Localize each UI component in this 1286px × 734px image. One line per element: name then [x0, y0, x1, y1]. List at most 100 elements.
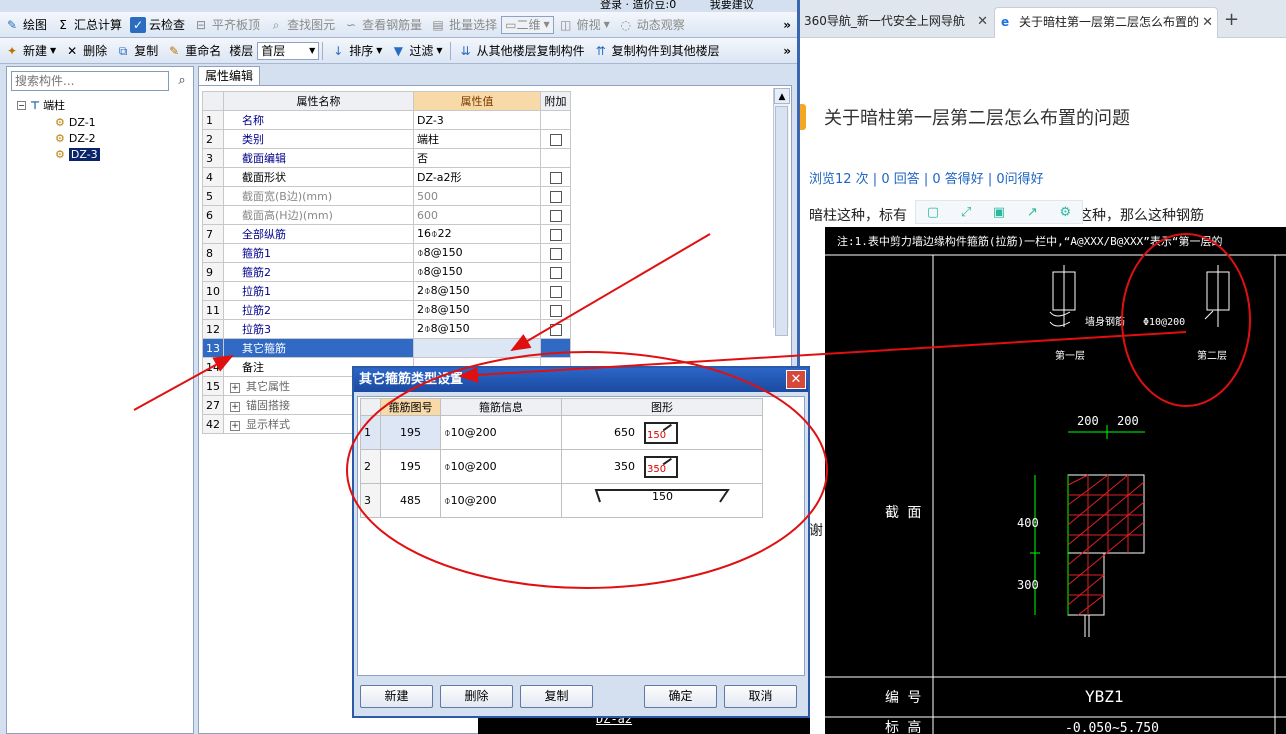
- close-icon[interactable]: ✕: [786, 370, 806, 389]
- stirrup-code[interactable]: 485: [380, 483, 441, 518]
- property-value[interactable]: 2⌽8@150: [413, 319, 541, 339]
- stirrup-shape[interactable]: 150: [561, 483, 763, 518]
- close-icon[interactable]: ✕: [1202, 8, 1213, 37]
- stirrup-info[interactable]: ⌽10@200: [440, 483, 562, 518]
- stirrup-code[interactable]: 195: [380, 449, 441, 484]
- top-view-button[interactable]: ◫ 俯视 ▼: [554, 14, 614, 36]
- property-row[interactable]: 4 截面形状 DZ-a2形: [202, 167, 571, 187]
- stirrup-code[interactable]: 195: [380, 415, 441, 450]
- extra-checkbox[interactable]: [549, 133, 562, 146]
- new-component-button[interactable]: ✦ 新建 ▼: [0, 40, 60, 62]
- property-value[interactable]: ⌽8@150: [413, 243, 541, 263]
- stirrup-shape[interactable]: 350 350: [561, 449, 763, 484]
- scroll-up-icon[interactable]: ▲: [774, 88, 790, 104]
- expand-icon[interactable]: +: [230, 421, 240, 431]
- question-stats[interactable]: 浏览12 次 | 0 回答 | 0 答得好 | 0问得好: [809, 168, 1044, 187]
- summary-calc-button[interactable]: Σ 汇总计算: [51, 14, 126, 36]
- sort-button[interactable]: ↓ 排序 ▼: [326, 40, 386, 62]
- delete-button[interactable]: 删除: [440, 685, 513, 708]
- extra-checkbox[interactable]: [549, 285, 562, 298]
- dialog-title[interactable]: 其它箍筋类型设置: [354, 368, 808, 392]
- property-row[interactable]: 9 箍筋2 ⌽8@150: [202, 262, 571, 282]
- property-value[interactable]: 600: [413, 205, 541, 225]
- property-value[interactable]: [413, 338, 541, 358]
- property-value[interactable]: 2⌽8@150: [413, 300, 541, 320]
- copy-component-button[interactable]: ⧉ 复制: [111, 40, 162, 62]
- table-row[interactable]: 1 195 ⌽10@200 650 150: [360, 415, 763, 450]
- extra-checkbox[interactable]: [549, 209, 562, 222]
- extra-checkbox[interactable]: [549, 323, 562, 336]
- property-value[interactable]: 2⌽8@150: [413, 281, 541, 301]
- property-row[interactable]: 7 全部纵筋 16⌽22: [202, 224, 571, 244]
- extra-checkbox[interactable]: [549, 171, 562, 184]
- property-value[interactable]: 否: [413, 148, 541, 168]
- ok-button[interactable]: 确定: [644, 685, 717, 708]
- extra-checkbox[interactable]: [549, 247, 562, 260]
- draw-button[interactable]: ✎ 绘图: [0, 14, 51, 36]
- property-row[interactable]: 13 其它箍筋: [202, 338, 571, 358]
- expand-icon[interactable]: +: [230, 402, 240, 412]
- expand-icon[interactable]: +: [230, 383, 240, 393]
- stirrup-info[interactable]: ⌽10@200: [440, 415, 562, 450]
- view-mode-select[interactable]: ▭ 二维 ▼: [501, 15, 554, 34]
- property-row[interactable]: 6 截面高(H边)(mm) 600: [202, 205, 571, 225]
- stirrup-info[interactable]: ⌽10@200: [440, 449, 562, 484]
- browser-tab[interactable]: 360导航_新一代安全上网导航 ✕: [800, 7, 992, 38]
- copy-from-floor-button[interactable]: ⇊ 从其他楼层复制构件: [454, 40, 589, 62]
- tab-property-editor[interactable]: 属性编辑: [198, 66, 260, 86]
- find-element-button[interactable]: ⌕ 查找图元: [264, 14, 339, 36]
- align-slab-top-button[interactable]: ⊟ 平齐板顶: [189, 14, 264, 36]
- property-row[interactable]: 1 名称 DZ-3: [202, 110, 571, 130]
- delete-component-button[interactable]: ✕ 删除: [60, 40, 111, 62]
- tree-item[interactable]: ⚙ DZ-1: [55, 114, 96, 130]
- property-row[interactable]: 11 拉筋2 2⌽8@150: [202, 300, 571, 320]
- cancel-button[interactable]: 取消: [724, 685, 797, 708]
- table-row[interactable]: 3 485 ⌽10@200 150: [360, 483, 763, 518]
- property-row[interactable]: 8 箍筋1 ⌽8@150: [202, 243, 571, 263]
- fullscreen-icon[interactable]: ⤢: [961, 205, 971, 220]
- toolbar-overflow-icon[interactable]: »: [783, 18, 791, 32]
- property-row[interactable]: 10 拉筋1 2⌽8@150: [202, 281, 571, 301]
- tree-item-selected[interactable]: ⚙ DZ-3: [55, 146, 100, 162]
- new-tab-icon[interactable]: +: [1224, 7, 1239, 33]
- property-row[interactable]: 2 类别 端柱: [202, 129, 571, 149]
- orbit-button[interactable]: ◌ 动态观察: [614, 14, 689, 36]
- copy-to-floor-button[interactable]: ⇈ 复制构件到其他楼层: [589, 40, 724, 62]
- close-icon[interactable]: ✕: [977, 7, 988, 36]
- extra-checkbox[interactable]: [549, 266, 562, 279]
- property-value[interactable]: 16⌽22: [413, 224, 541, 244]
- property-value[interactable]: DZ-3: [413, 110, 541, 130]
- settings-icon[interactable]: ⚙: [1060, 205, 1072, 220]
- extra-checkbox[interactable]: [549, 228, 562, 241]
- property-value[interactable]: ⌽8@150: [413, 262, 541, 282]
- browser-tab-active[interactable]: e 关于暗柱第一层第二层怎么布置的 ✕: [994, 7, 1218, 38]
- rename-component-button[interactable]: ✎ 重命名: [162, 40, 225, 62]
- property-row[interactable]: 5 截面宽(B边)(mm) 500: [202, 186, 571, 206]
- copy-button[interactable]: 复制: [520, 685, 593, 708]
- table-row[interactable]: 2 195 ⌽10@200 350 350: [360, 449, 763, 484]
- property-value[interactable]: 500: [413, 186, 541, 206]
- floor-select[interactable]: 首层 ▼: [257, 41, 320, 60]
- share-icon[interactable]: ↗: [1027, 205, 1038, 220]
- tree-item[interactable]: ⚙ DZ-2: [55, 130, 96, 146]
- cloud-check-button[interactable]: ✓ 云检查: [126, 14, 189, 36]
- tree-root-node[interactable]: − ⊤ 端柱: [17, 97, 65, 113]
- extra-checkbox[interactable]: [549, 190, 562, 203]
- copy-image-icon[interactable]: ▢: [927, 205, 939, 220]
- stirrup-shape[interactable]: 650 150: [561, 415, 763, 450]
- view-rebar-button[interactable]: ∽ 查看钢筋量: [339, 14, 426, 36]
- property-value[interactable]: 端柱: [413, 129, 541, 149]
- toolbar-overflow-icon[interactable]: »: [783, 44, 791, 58]
- save-image-icon[interactable]: ▣: [993, 205, 1005, 220]
- scroll-thumb[interactable]: [775, 106, 788, 336]
- batch-select-button[interactable]: ▤ 批量选择: [426, 14, 501, 36]
- collapse-toggle-icon[interactable]: −: [17, 100, 26, 110]
- search-icon[interactable]: ⌕: [173, 71, 191, 91]
- extra-checkbox[interactable]: [549, 304, 562, 317]
- property-scrollbar[interactable]: ▲: [773, 88, 790, 336]
- property-row[interactable]: 12 拉筋3 2⌽8@150: [202, 319, 571, 339]
- filter-button[interactable]: ▼ 过滤 ▼: [386, 40, 446, 62]
- property-value[interactable]: DZ-a2形: [413, 167, 541, 187]
- suggest-link[interactable]: 我要建议: [710, 0, 754, 11]
- new-button[interactable]: 新建: [360, 685, 433, 708]
